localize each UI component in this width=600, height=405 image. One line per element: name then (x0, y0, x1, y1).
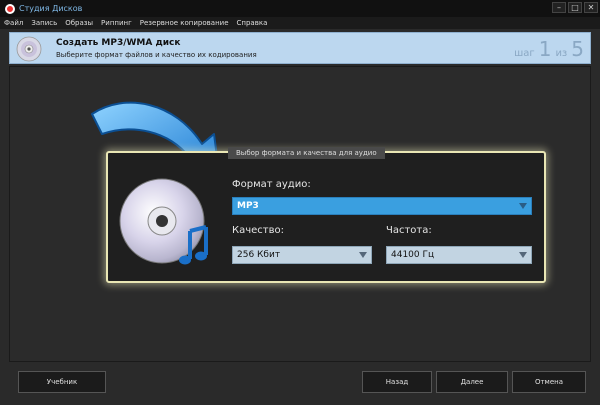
menu-file[interactable]: Файл (4, 19, 23, 27)
format-quality-group: Выбор формата и качества для аудио Форма… (106, 147, 546, 283)
chevron-down-icon (519, 203, 527, 209)
page-subtitle: Выберите формат файлов и качество их код… (56, 51, 257, 59)
back-button[interactable]: Назад (362, 371, 432, 393)
step-of: из (555, 48, 568, 59)
menu-images[interactable]: Образы (65, 19, 93, 27)
close-icon[interactable]: ✕ (584, 2, 598, 13)
format-select[interactable]: MP3 (232, 197, 532, 215)
menu-help[interactable]: Справка (237, 19, 268, 27)
menu-ripping[interactable]: Риппинг (101, 19, 132, 27)
chevron-down-icon (519, 252, 527, 258)
frequency-label: Частота: (386, 225, 432, 236)
maximize-icon[interactable]: □ (568, 2, 582, 13)
step-indicator: шаг 1 из 5 (514, 37, 584, 61)
frequency-value: 44100 Гц (391, 250, 435, 260)
audio-cd-icon (119, 178, 208, 265)
step-total: 5 (571, 37, 584, 61)
step-current: 1 (538, 37, 552, 61)
minimize-icon[interactable]: – (552, 2, 566, 13)
next-button[interactable]: Далее (436, 371, 508, 393)
menu-record[interactable]: Запись (31, 19, 57, 27)
quality-select[interactable]: 256 Кбит (232, 246, 372, 264)
tutorial-button[interactable]: Учебник (18, 371, 106, 393)
page-title: Создать MP3/WMA диск (56, 38, 181, 48)
disc-icon (16, 36, 42, 62)
format-value: MP3 (237, 201, 259, 211)
menu-bar: Файл Запись Образы Риппинг Резервное коп… (0, 17, 600, 29)
chevron-down-icon (359, 252, 367, 258)
app-logo-icon (5, 3, 15, 14)
window-title: Студия Дисков (19, 4, 83, 13)
quality-label: Качество: (232, 225, 284, 236)
format-label: Формат аудио: (232, 179, 311, 190)
frequency-select[interactable]: 44100 Гц (386, 246, 532, 264)
quality-value: 256 Кбит (237, 250, 281, 260)
step-word: шаг (514, 48, 535, 59)
window-controls: – □ ✕ (552, 2, 598, 13)
wizard-header: Создать MP3/WMA диск Выберите формат фай… (9, 32, 591, 64)
title-bar: Студия Дисков – □ ✕ (0, 0, 600, 17)
cancel-button[interactable]: Отмена (512, 371, 586, 393)
menu-backup[interactable]: Резервное копирование (140, 19, 229, 27)
group-legend: Выбор формата и качества для аудио (228, 147, 385, 159)
